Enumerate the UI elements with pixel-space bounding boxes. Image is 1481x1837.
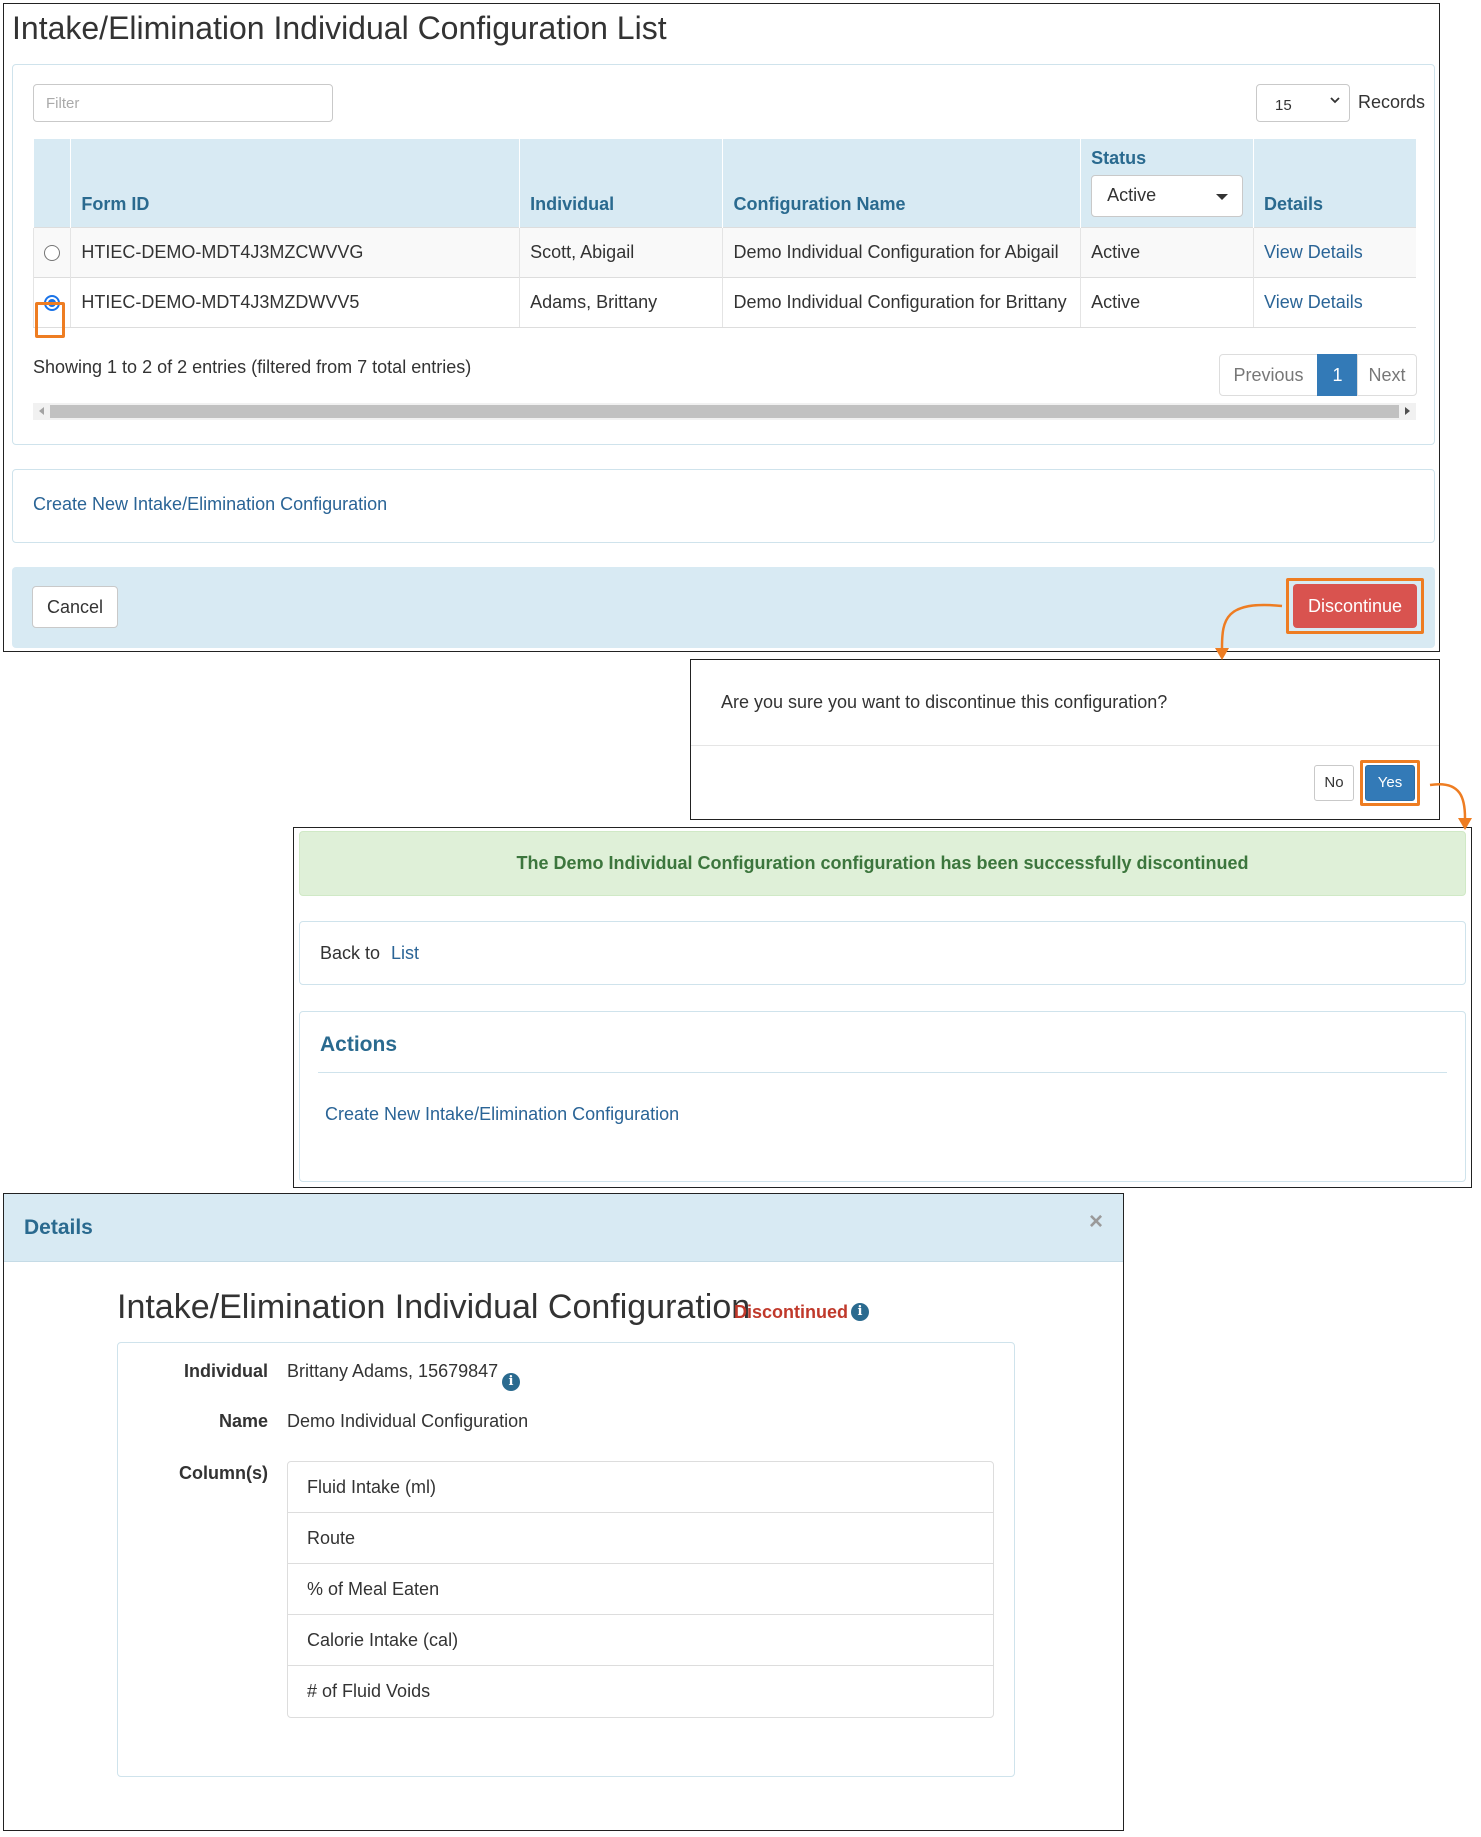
individual-cell: Adams, Brittany (519, 276, 723, 328)
columns-label: Column(s) (179, 1463, 268, 1483)
column-header-form-id[interactable]: Form ID (70, 139, 520, 227)
divider (318, 1072, 1447, 1073)
filter-input[interactable] (33, 84, 333, 122)
selected-row-highlight (35, 302, 65, 338)
status-cell: Active (1080, 226, 1254, 277)
modal-title: Details (24, 1216, 93, 1239)
table-info-text: Showing 1 to 2 of 2 entries (filtered fr… (33, 357, 472, 377)
back-to-text: Back to List (320, 943, 419, 964)
page-title: Intake/Elimination Individual Configurat… (12, 10, 667, 46)
view-details-link[interactable]: View Details (1264, 242, 1363, 262)
pagination-page-1[interactable]: 1 (1317, 354, 1358, 396)
form-id-cell: HTIEC-DEMO-MDT4J3MZDWVV5 (70, 276, 520, 328)
discontinue-highlight (1286, 578, 1424, 634)
config-name-cell: Demo Individual Configuration for Abigai… (722, 226, 1081, 277)
list-item: # of Fluid Voids (307, 1681, 431, 1701)
horizontal-scrollbar[interactable] (33, 403, 1416, 420)
pagination-next[interactable]: Next (1357, 354, 1417, 396)
details-panel: Individual Brittany Adams, 15679847 i Na… (117, 1342, 1015, 1777)
status-badge: Discontinued (734, 1302, 849, 1322)
records-per-page-value: 15 (1275, 97, 1292, 114)
list-item: Fluid Intake (ml) (288, 1462, 993, 1513)
create-panel: Create New Intake/Elimination Configurat… (12, 469, 1435, 543)
create-config-link[interactable]: Create New Intake/Elimination Configurat… (33, 494, 387, 515)
cancel-button[interactable]: Cancel (32, 586, 118, 628)
status-filter-dropdown[interactable]: Active (1091, 174, 1244, 217)
status-filter-value: Active (1107, 184, 1157, 205)
list-panel: 15 Records Form ID Individual Configurat… (12, 64, 1435, 445)
scroll-right-arrow-icon[interactable] (1405, 407, 1410, 415)
records-per-page-select[interactable]: 15 (1256, 84, 1350, 122)
divider (691, 745, 1439, 746)
status-cell: Active (1080, 276, 1254, 328)
column-header-details: Details (1253, 139, 1416, 227)
confirm-dialog: Are you sure you want to discontinue thi… (690, 659, 1440, 820)
back-panel: Back to List (299, 921, 1466, 985)
scroll-left-arrow-icon[interactable] (39, 407, 44, 415)
chevron-down-icon (1329, 94, 1341, 109)
scrollbar-thumb[interactable] (50, 405, 1399, 418)
success-alert: The Demo Individual Configuration config… (299, 831, 1466, 896)
info-icon[interactable]: i (851, 1303, 869, 1321)
yes-highlight (1360, 760, 1420, 806)
individual-cell: Scott, Abigail (519, 226, 723, 277)
column-header-status: Status Active (1080, 139, 1254, 227)
individual-value: Brittany Adams, 15679847 (287, 1361, 499, 1381)
close-icon[interactable]: × (1089, 1208, 1103, 1236)
list-item: Calorie Intake (cal) (288, 1615, 993, 1666)
list-item: Route (288, 1513, 993, 1564)
name-label: Name (218, 1411, 268, 1431)
status-header-label: Status (1091, 147, 1147, 168)
details-cell: View Details (1253, 276, 1416, 328)
confirm-message: Are you sure you want to discontinue thi… (721, 692, 1168, 712)
back-to-label: Back to (320, 943, 381, 963)
name-value: Demo Individual Configuration (287, 1411, 529, 1431)
actions-panel: Actions Create New Intake/Elimination Co… (299, 1011, 1466, 1182)
list-item: % of Meal Eaten (288, 1564, 993, 1615)
row-select-cell (32, 226, 71, 277)
back-to-list-link[interactable]: List (391, 943, 419, 963)
config-name-cell: Demo Individual Configuration for Britta… (722, 276, 1081, 328)
config-title: Intake/Elimination Individual Configurat… (117, 1288, 751, 1326)
details-modal: Details × Intake/Elimination Individual … (3, 1193, 1124, 1831)
form-id-cell: HTIEC-DEMO-MDT4J3MZCWVVG (70, 226, 520, 277)
modal-header: Details × (4, 1194, 1123, 1262)
table-row: HTIEC-DEMO-MDT4J3MZCWVVG Scott, Abigail … (32, 226, 1416, 277)
caret-down-icon (1216, 193, 1229, 200)
column-header-config-name[interactable]: Configuration Name (722, 139, 1081, 227)
select-column-header (32, 139, 71, 227)
row-radio-button[interactable] (44, 244, 61, 261)
no-button[interactable]: No (1314, 765, 1354, 801)
table-row: HTIEC-DEMO-MDT4J3MZDWVV5 Adams, Brittany… (32, 276, 1416, 328)
action-footer: Cancel Discontinue (12, 567, 1435, 648)
pagination-previous[interactable]: Previous (1219, 354, 1318, 396)
view-details-link[interactable]: View Details (1264, 292, 1363, 312)
columns-list: Fluid Intake (ml) Route % of Meal Eaten … (287, 1461, 994, 1718)
config-list-screen: Intake/Elimination Individual Configurat… (3, 3, 1440, 652)
records-label: Records (1358, 92, 1426, 112)
config-table: Form ID Individual Configuration Name St… (32, 139, 1416, 328)
details-cell: View Details (1253, 226, 1416, 277)
column-header-individual[interactable]: Individual (519, 139, 723, 227)
create-config-link[interactable]: Create New Intake/Elimination Configurat… (325, 1104, 679, 1125)
individual-label: Individual (183, 1361, 268, 1381)
actions-heading: Actions (320, 1033, 398, 1056)
info-icon[interactable]: i (502, 1373, 520, 1391)
success-screen: The Demo Individual Configuration config… (293, 827, 1472, 1188)
table-header-row: Form ID Individual Configuration Name St… (32, 139, 1416, 227)
